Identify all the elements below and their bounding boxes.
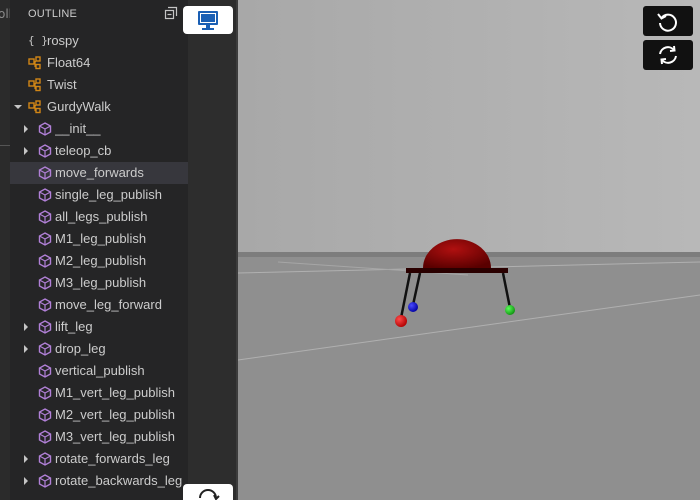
outline-item-label: rotate_backwards_leg: [55, 473, 183, 488]
method-icon: [38, 408, 52, 422]
3d-viewport[interactable]: [238, 0, 700, 500]
method-icon: [38, 320, 52, 334]
outline-item-label: M2_vert_leg_publish: [55, 407, 175, 422]
outline-item-label: rotate_forwards_leg: [55, 451, 170, 466]
outline-item-label: all_legs_publish: [55, 209, 148, 224]
chevron-right-icon[interactable]: [24, 477, 28, 485]
method-icon: [38, 166, 52, 180]
method-icon: [38, 342, 52, 356]
outline-item-rotate-forwards-leg[interactable]: rotate_forwards_leg: [10, 448, 188, 470]
chevron-right-icon[interactable]: [24, 323, 28, 331]
method-icon: [38, 232, 52, 246]
method-icon: [38, 276, 52, 290]
rotate-ccw-icon: [657, 13, 677, 32]
outline-item-label: rospy: [47, 33, 79, 48]
editor-divider: [0, 145, 10, 146]
green-foot-sphere: [505, 305, 515, 315]
outline-item-label: move_forwards: [55, 165, 144, 180]
outline-item-teleop-cb[interactable]: teleop_cb: [10, 140, 188, 162]
outline-item-drop-leg[interactable]: drop_leg: [10, 338, 188, 360]
outline-item-move-forwards[interactable]: move_forwards: [10, 162, 188, 184]
outline-item-label: M3_vert_leg_publish: [55, 429, 175, 444]
outline-item-init[interactable]: __init__: [10, 118, 188, 140]
method-icon: [38, 386, 52, 400]
outline-item-label: drop_leg: [55, 341, 106, 356]
method-icon: [38, 474, 52, 488]
outline-header: OUTLINE: [10, 0, 188, 28]
outline-item-rospy[interactable]: { } rospy: [10, 30, 188, 52]
panel-gutter: [188, 0, 236, 500]
outline-item-all-legs-publish[interactable]: all_legs_publish: [10, 206, 188, 228]
gazebo-scene: [238, 0, 700, 500]
outline-item-m3-leg-publish[interactable]: M3_leg_publish: [10, 272, 188, 294]
monitor-icon: [198, 11, 218, 30]
chevron-right-icon[interactable]: [24, 455, 28, 463]
outline-item-label: Twist: [47, 77, 77, 92]
outline-item-label: lift_leg: [55, 319, 93, 334]
outline-item-lift-leg[interactable]: lift_leg: [10, 316, 188, 338]
outline-item-label: M1_vert_leg_publish: [55, 385, 175, 400]
outline-title: OUTLINE: [28, 8, 78, 20]
outline-item-m1-vert-leg-publish[interactable]: M1_vert_leg_publish: [10, 382, 188, 404]
outline-item-label: vertical_publish: [55, 363, 145, 378]
outline-item-float64[interactable]: Float64: [10, 52, 188, 74]
outline-item-label: single_leg_publish: [55, 187, 162, 202]
outline-item-label: M1_leg_publish: [55, 231, 147, 246]
outline-item-vertical-publish[interactable]: vertical_publish: [10, 360, 188, 382]
method-icon: [38, 364, 52, 378]
chevron-down-icon[interactable]: [14, 105, 22, 109]
outline-item-label: M2_leg_publish: [55, 253, 147, 268]
ground-plane: [238, 257, 700, 500]
sky: [238, 0, 700, 256]
outline-item-gurdywalk[interactable]: GurdyWalk: [10, 96, 188, 118]
method-icon: [38, 210, 52, 224]
outline-item-m1-leg-publish[interactable]: M1_leg_publish: [10, 228, 188, 250]
method-icon: [38, 298, 52, 312]
editor-edge-strip: oll: [0, 0, 12, 500]
method-icon: [38, 452, 52, 466]
outline-item-rotate-backwards-leg[interactable]: rotate_backwards_leg: [10, 470, 188, 492]
outline-item-label: Float64: [47, 55, 91, 70]
outline-item-label: __init__: [55, 121, 101, 136]
chevron-right-icon[interactable]: [24, 345, 28, 353]
blue-foot-sphere: [408, 302, 418, 312]
method-icon: [38, 430, 52, 444]
class-icon: [28, 100, 41, 114]
module-icon: { }: [28, 34, 48, 47]
class-icon: [28, 56, 41, 70]
outline-item-m2-leg-publish[interactable]: M2_leg_publish: [10, 250, 188, 272]
outline-item-twist[interactable]: Twist: [10, 74, 188, 96]
collapse-all-icon[interactable]: [164, 6, 178, 20]
monitor-button[interactable]: [183, 6, 233, 34]
outline-item-single-leg-publish[interactable]: single_leg_publish: [10, 184, 188, 206]
method-icon: [38, 188, 52, 202]
outline-panel: OUTLINE { } rospy Float64 Twist GurdyWalk __i…: [10, 0, 188, 500]
outline-item-m2-vert-leg-publish[interactable]: M2_vert_leg_publish: [10, 404, 188, 426]
outline-item-m3-vert-leg-publish[interactable]: M3_vert_leg_publish: [10, 426, 188, 448]
class-icon: [28, 78, 41, 92]
method-icon: [38, 144, 52, 158]
outline-item-label: move_leg_forward: [55, 297, 162, 312]
outline-item-label: M3_leg_publish: [55, 275, 147, 290]
robot-base-plate: [406, 268, 508, 273]
method-icon: [38, 254, 52, 268]
outline-item-move-leg-forward[interactable]: move_leg_forward: [10, 294, 188, 316]
reset-view-button[interactable]: [643, 6, 693, 36]
outline-item-label: GurdyWalk: [47, 99, 111, 114]
chevron-right-icon[interactable]: [24, 147, 28, 155]
red-foot-sphere: [395, 315, 407, 327]
sync-button[interactable]: [643, 40, 693, 70]
outline-item-label: teleop_cb: [55, 143, 112, 158]
method-icon: [38, 122, 52, 136]
reload-button[interactable]: [183, 484, 233, 500]
sync-icon: [659, 45, 677, 65]
chevron-right-icon[interactable]: [24, 125, 28, 133]
reload-icon: [199, 489, 220, 500]
